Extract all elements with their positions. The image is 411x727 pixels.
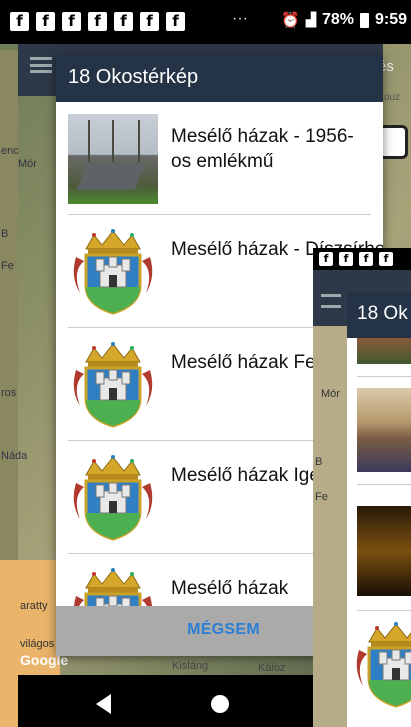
facebook-notification-icon: f (140, 12, 159, 31)
facebook-notification-icon: f (62, 12, 81, 31)
alarm-icon: ⏰ (281, 12, 300, 29)
map-label: ros (1, 387, 17, 399)
facebook-notification-icon: f (36, 12, 55, 31)
menu-icon[interactable] (321, 294, 341, 308)
map-label: Mór (321, 388, 340, 400)
navigation-bar (18, 675, 313, 727)
map-label: B (315, 456, 323, 468)
dialog-title: 18 Ok (347, 292, 411, 338)
map-label: enc (1, 145, 19, 157)
facebook-notification-icon: f (88, 12, 107, 31)
status-right: ⏰ ▟ 78% 9:59 (281, 11, 407, 29)
status-bar: f f f f f f f ··· ⏰ ▟ 78% 9:59 (0, 0, 411, 44)
memorial-block-shape (76, 162, 146, 190)
list-item[interactable]: Mesélő házak - 1956-os emlékmű (68, 102, 371, 215)
battery-icon (359, 12, 369, 28)
crowd-photo-thumbnail (357, 388, 411, 472)
facebook-notification-icon: f (10, 12, 29, 31)
home-icon[interactable] (211, 695, 229, 713)
facebook-notification-icon: f (379, 252, 393, 266)
coat-of-arms-icon (68, 340, 158, 430)
coat-of-arms-icon (351, 620, 411, 710)
battery-percent: 78% (321, 11, 354, 28)
map-label: Mór (18, 158, 37, 170)
stage-photo-thumbnail (357, 506, 411, 596)
status-bar: f f f f (313, 248, 411, 270)
map-label: Káloz (258, 662, 286, 674)
cancel-button[interactable]: MÉGSEM (187, 621, 260, 639)
back-icon[interactable] (96, 694, 111, 714)
divider (357, 610, 411, 611)
divider (357, 484, 411, 485)
place-photo-thumbnail (357, 338, 411, 364)
map-label: világos (20, 638, 55, 650)
clock: 9:59 (374, 11, 407, 28)
background-app-label: ouz (384, 92, 401, 103)
notification-icons: f f f f f f f (10, 12, 185, 31)
map-label: Fe (315, 491, 328, 503)
overlapping-screenshot: f f f f Mór B Fe 18 Ok (313, 248, 411, 727)
map-label: Fe (1, 260, 14, 272)
memorial-photo-thumbnail (68, 114, 158, 204)
map-label: Náda (1, 450, 28, 462)
signal-icon: ▟ (305, 12, 316, 27)
left-map-strip: enc Mór B Fe ros Náda (0, 50, 37, 560)
map-strip: Mór B Fe (313, 326, 347, 727)
map-label: Kisláng (172, 660, 209, 672)
divider (357, 376, 411, 377)
map-label: B (1, 228, 9, 240)
facebook-notification-icon: f (166, 12, 185, 31)
coat-of-arms-icon (68, 453, 158, 543)
facebook-notification-icon: f (114, 12, 133, 31)
facebook-notification-icon: f (339, 252, 353, 266)
facebook-notification-icon: f (319, 252, 333, 266)
dialog-title: 18 Okostérkép (56, 56, 383, 102)
facebook-notification-icon: f (359, 252, 373, 266)
map-label: aratty (20, 600, 48, 612)
more-notifications-icon: ··· (232, 10, 248, 27)
coat-of-arms-icon (68, 566, 158, 606)
place-list[interactable] (347, 338, 411, 727)
menu-icon[interactable] (30, 57, 52, 73)
coat-of-arms-icon (68, 227, 158, 317)
list-item-label: Mesélő házak - 1956-os emlékmű (171, 126, 354, 172)
